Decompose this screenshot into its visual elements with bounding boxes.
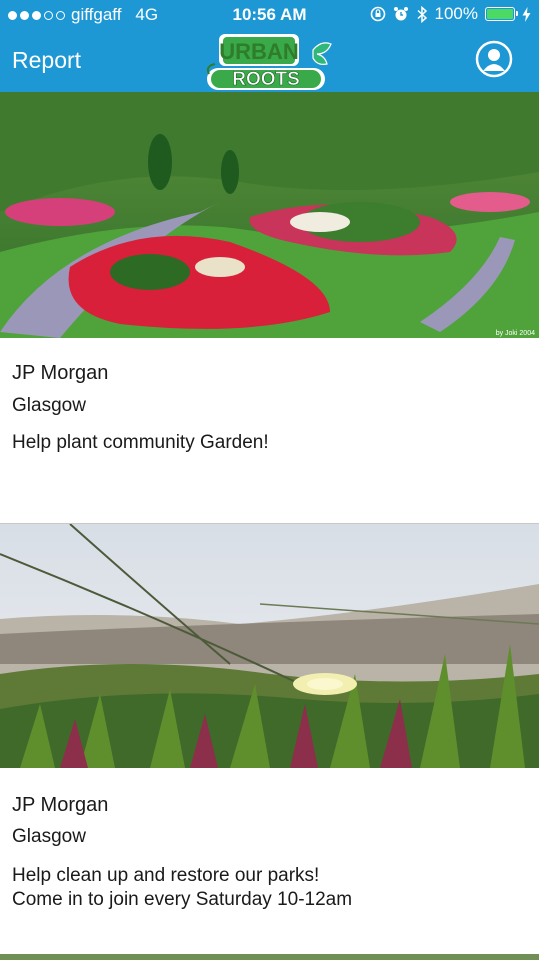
bluetooth-icon: [417, 5, 427, 23]
card-description: Help plant community Garden!: [12, 432, 269, 453]
profile-icon[interactable]: [475, 40, 513, 78]
photo-credit: by Joki 2004: [496, 330, 535, 337]
battery-icon: [485, 7, 518, 21]
dune-plant-photo[interactable]: [0, 524, 539, 768]
card-location: Glasgow: [12, 395, 86, 416]
app-header: giffgaff 4G 10:56 AM 100% Report URBAN R…: [0, 0, 539, 92]
description-line: Help clean up and restore our parks!: [12, 865, 320, 886]
urban-roots-logo: URBAN ROOTS: [206, 34, 332, 90]
card-description: Help clean up and restore our parks! Com…: [12, 864, 352, 912]
svg-text:ROOTS: ROOTS: [232, 69, 300, 90]
battery-percent: 100%: [434, 4, 478, 23]
card-location: Glasgow: [12, 826, 86, 847]
next-card-peek[interactable]: [0, 954, 539, 960]
garden-photo[interactable]: by Joki 2004: [0, 92, 539, 338]
svg-text:URBAN: URBAN: [219, 39, 298, 64]
status-bar: giffgaff 4G 10:56 AM 100%: [0, 0, 539, 30]
alarm-icon: [393, 7, 408, 21]
card-org: JP Morgan: [12, 794, 109, 816]
description-line: Come in to join every Saturday 10-12am: [12, 889, 353, 910]
rotation-lock-icon: [370, 6, 385, 22]
report-button[interactable]: Report: [12, 47, 81, 74]
charging-bolt-icon: [522, 6, 531, 22]
card-org: JP Morgan: [12, 362, 109, 384]
